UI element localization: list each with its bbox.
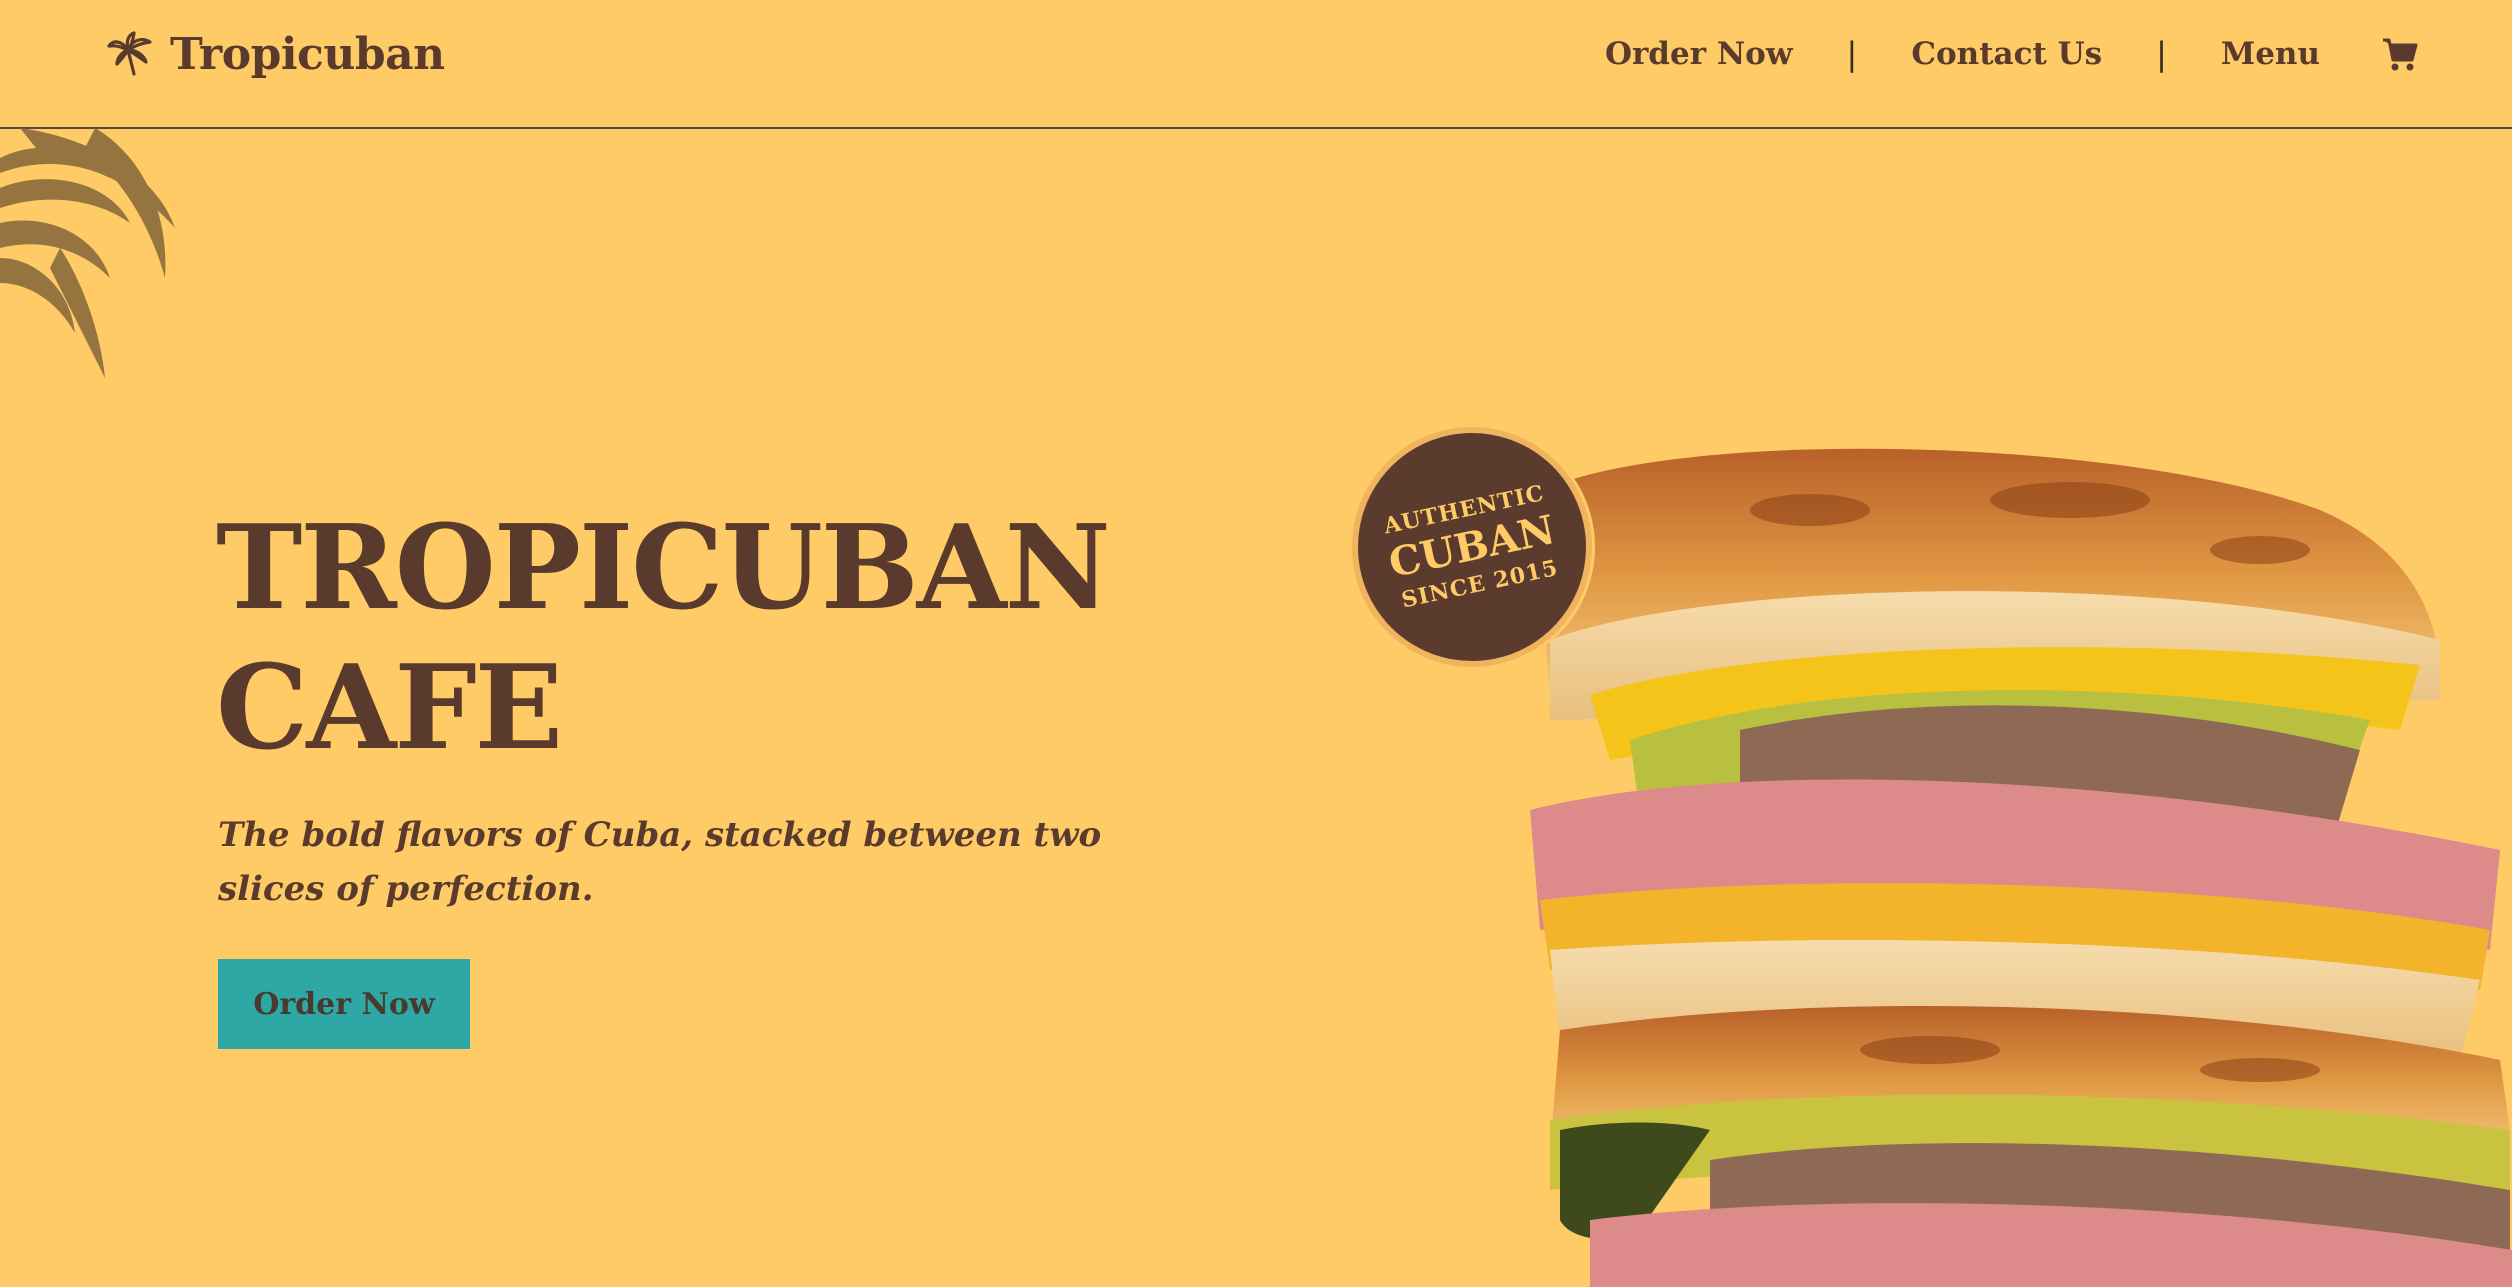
hero-title-line-2: CAFE	[216, 640, 563, 776]
nav-separator: |	[1846, 35, 1858, 73]
site-header: Tropicuban Order Now | Contact Us | Menu	[0, 0, 2512, 129]
palm-leaf-icon	[0, 128, 175, 378]
shopping-cart-icon[interactable]	[2380, 34, 2420, 74]
brand[interactable]: Tropicuban	[106, 26, 445, 82]
nav-order-now-link[interactable]: Order Now	[1605, 36, 1793, 72]
nav-contact-us-link[interactable]: Contact Us	[1911, 36, 2102, 72]
nav-menu-link[interactable]: Menu	[2221, 36, 2320, 72]
hero-title-line-1: TROPICUBAN	[216, 500, 1111, 636]
nav-separator: |	[2156, 35, 2167, 73]
hero-order-now-button[interactable]: Order Now	[218, 959, 470, 1049]
brand-name: Tropicuban	[170, 28, 445, 80]
hero-subtitle: The bold flavors of Cuba, stacked betwee…	[218, 815, 1102, 909]
palm-tree-icon	[107, 31, 152, 76]
main-nav: Order Now | Contact Us | Menu	[1605, 26, 2420, 82]
hero-title: TROPICUBAN CAFE	[216, 498, 1316, 778]
